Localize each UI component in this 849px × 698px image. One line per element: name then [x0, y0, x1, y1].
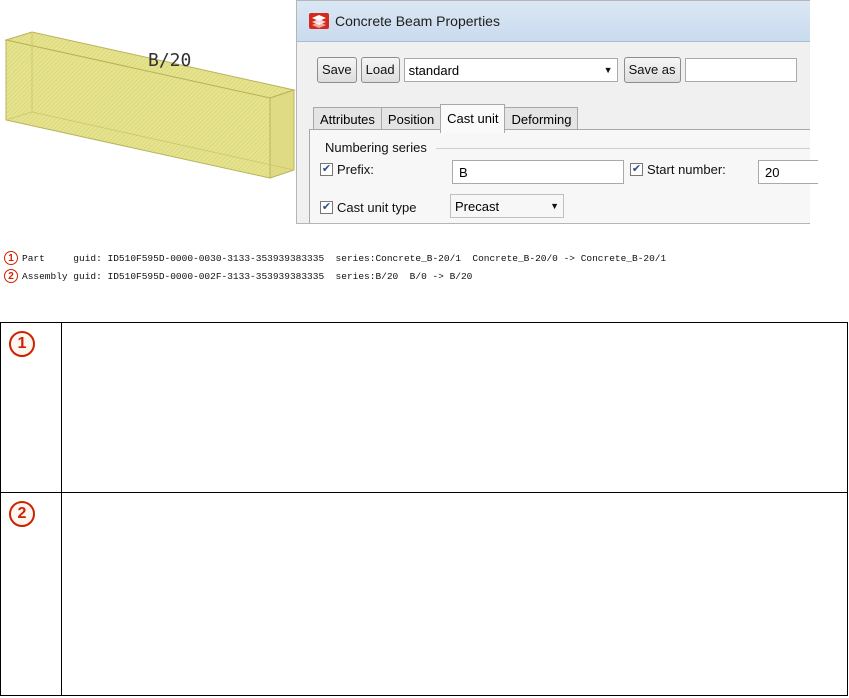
numbering-series-group-title: Numbering series — [325, 140, 427, 155]
cast-unit-type-value: Precast — [455, 198, 500, 214]
save-as-button[interactable]: Save as — [623, 57, 681, 83]
start-number-row: ✔ Start number: — [630, 162, 726, 177]
dropdown-arrow-icon: ▼ — [550, 201, 559, 211]
callout-number-badge: 1 — [4, 251, 18, 265]
callout-number-badge: 2 — [9, 501, 35, 527]
dropdown-arrow-icon: ▼ — [603, 65, 613, 75]
cast-unit-type-label: Cast unit type — [337, 200, 417, 215]
log-line-part: 1 Part guid: ID510F595D-0000-0030-3133-3… — [4, 251, 666, 265]
save-button[interactable]: Save — [317, 57, 357, 83]
save-as-name-input[interactable] — [684, 58, 797, 82]
concrete-beam-properties-dialog: Concrete Beam Properties Save Load stand… — [296, 0, 818, 224]
cast-unit-panel: Numbering series ✔ Prefix: B ✔ Start num… — [309, 129, 818, 223]
log-line-text: Assembly guid: ID510F595D-0000-002F-3133… — [22, 270, 473, 282]
table-row: 1 — [0, 322, 848, 493]
beam-mark-label: B/20 — [148, 50, 192, 71]
start-number-input[interactable]: 20 — [758, 160, 818, 184]
tab-cast-unit[interactable]: Cast unit — [440, 104, 506, 133]
cast-unit-type-select[interactable]: Precast ▼ — [450, 194, 564, 218]
log-line-assembly: 2 Assembly guid: ID510F595D-0000-002F-31… — [4, 269, 472, 283]
dialog-titlebar[interactable]: Concrete Beam Properties — [297, 1, 810, 42]
dialog-toolbar: Save Load standard ▼ Save as — [317, 57, 797, 83]
callout-number-badge: 2 — [4, 269, 18, 283]
load-button[interactable]: Load — [360, 57, 400, 83]
beam-end-face — [269, 89, 295, 179]
table-cell-number: 2 — [0, 492, 62, 696]
preset-select[interactable]: standard ▼ — [403, 58, 618, 82]
start-number-checkbox[interactable]: ✔ — [630, 163, 643, 176]
prefix-row: ✔ Prefix: — [320, 162, 374, 177]
cast-unit-type-checkbox[interactable]: ✔ — [320, 201, 333, 214]
table-row: 2 — [0, 492, 848, 696]
prefix-input[interactable]: B — [452, 160, 624, 184]
table-cell-text — [61, 322, 848, 493]
dialog-title: Concrete Beam Properties — [335, 13, 500, 29]
group-divider — [436, 148, 810, 149]
start-number-label: Start number: — [647, 162, 726, 177]
log-line-text: Part guid: ID510F595D-0000-0030-3133-353… — [22, 252, 667, 264]
table-cell-number: 1 — [0, 322, 62, 493]
table-cell-text — [61, 492, 848, 696]
prefix-checkbox[interactable]: ✔ — [320, 163, 333, 176]
callout-number-badge: 1 — [9, 331, 35, 357]
cast-unit-type-row: ✔ Cast unit type — [320, 200, 417, 215]
tab-bar: Attributes Position Cast unit Deforming — [313, 103, 579, 133]
prefix-label: Prefix: — [337, 162, 374, 177]
tekla-app-icon — [309, 13, 329, 29]
preset-select-value: standard — [408, 62, 460, 78]
notes-table: 1 2 — [0, 322, 848, 696]
